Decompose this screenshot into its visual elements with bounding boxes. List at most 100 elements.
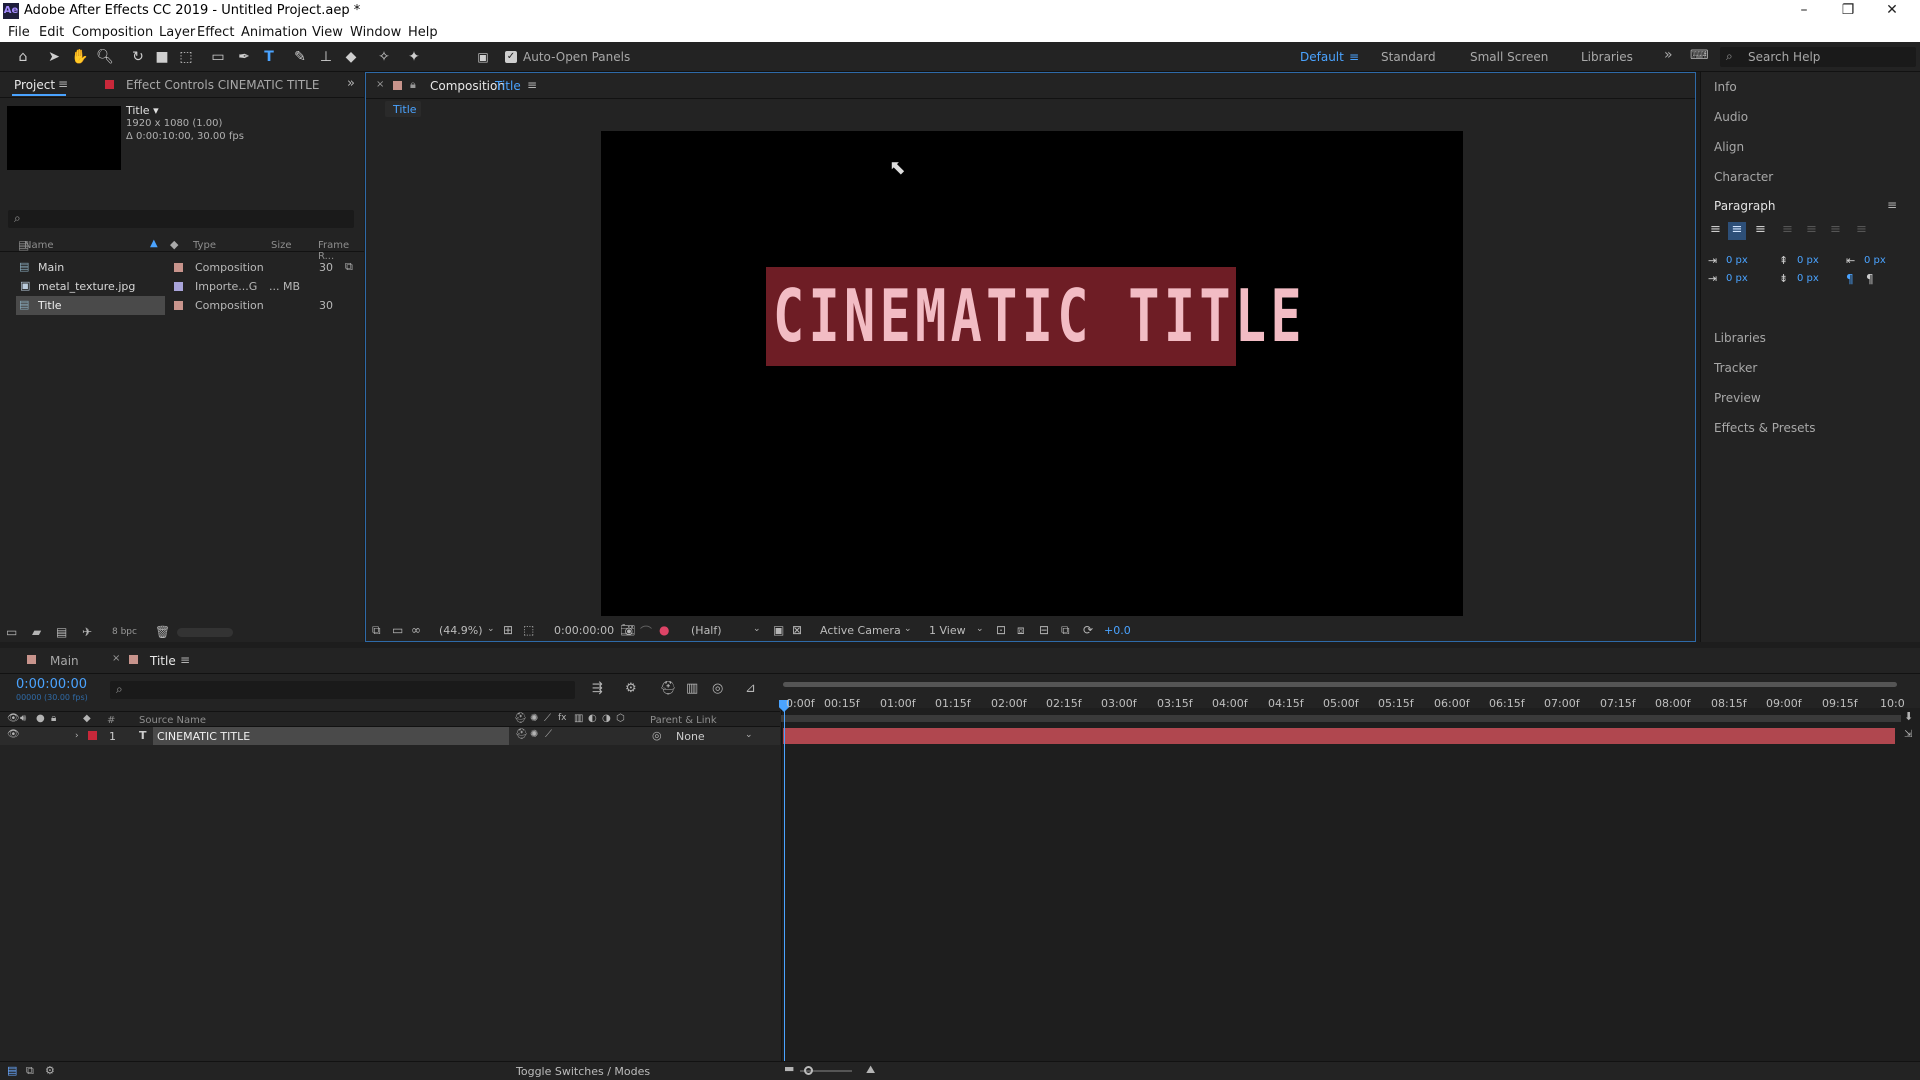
region-of-interest-icon[interactable]: ▣ [773,623,784,637]
first-line-indent-value[interactable]: 0 px [1726,273,1748,284]
parent-link-column[interactable]: Parent & Link [650,715,717,726]
layer-name-field[interactable]: CINEMATIC TITLE [153,727,509,745]
vr-icon[interactable]: ∞ [411,623,421,637]
flow-navigator-tab[interactable]: Title [385,101,421,117]
work-area-bar[interactable] [781,715,1901,722]
home-icon[interactable]: ⌂ [13,47,33,67]
menu-help[interactable]: Help [408,25,438,40]
search-help-field[interactable]: ⌕ Search Help [1720,47,1916,67]
menu-composition[interactable]: Composition [72,25,153,40]
collapse-toggle-icon[interactable]: ✺ [530,729,538,740]
chevron-down-icon[interactable]: ⌄ [976,624,984,634]
workspace-libraries[interactable]: Libraries [1581,50,1633,64]
motion-blur-icon[interactable]: ◎ [712,681,723,696]
timeline-search-input[interactable]: ⌕ [110,681,575,699]
pen-tool-icon[interactable]: ✒ [234,47,254,67]
roto-brush-tool-icon[interactable]: ✧ [374,47,394,67]
menu-edit[interactable]: Edit [39,25,64,40]
minimize-button[interactable]: – [1782,0,1826,22]
zoom-slider-thumb[interactable] [804,1066,813,1075]
indent-right-value[interactable]: 0 px [1864,255,1886,266]
space-before-value[interactable]: 0 px [1797,255,1819,266]
close-tab-icon[interactable]: × [376,79,384,90]
toggle-pixel-aspect-icon[interactable]: ⊡ [996,623,1006,637]
shy-toggle-icon[interactable]: ⛑ [515,729,528,740]
eraser-tool-icon[interactable]: ◆ [341,47,361,67]
flowchart-icon[interactable]: ⧉ [345,260,353,274]
resolution-dropdown[interactable]: (Half) [691,624,722,637]
zoom-in-icon[interactable]: ⛰ [866,1063,875,1077]
frame-blending-icon[interactable]: ▥ [686,681,698,696]
panel-menu-icon[interactable]: ≡ [527,78,537,92]
project-item-row[interactable]: ▤ Title Composition 30 [0,296,364,315]
auto-open-panels-checkbox[interactable]: ✓ [505,51,517,63]
in-out-pane-icon[interactable]: ⚙ [45,1064,55,1077]
column-type[interactable]: Type [193,240,216,251]
type-tool-icon[interactable]: T [259,47,279,67]
character-panel-header[interactable]: Character [1714,170,1773,184]
tab-composition-name[interactable]: Title [495,79,521,93]
chevron-down-icon[interactable]: ⌄ [904,624,912,634]
align-panel-header[interactable]: Align [1714,140,1744,154]
timeline-icon[interactable]: ⊟ [1039,623,1049,637]
audio-panel-header[interactable]: Audio [1714,110,1748,124]
effects-presets-panel-header[interactable]: Effects & Presets [1714,421,1815,435]
panel-overflow-icon[interactable]: » [347,76,355,91]
chevron-down-icon[interactable]: ⌄ [753,624,761,634]
selected-item-name[interactable]: Title ▾ [126,104,159,117]
tab-effect-controls[interactable]: Effect Controls CINEMATIC TITLE [126,78,319,92]
audio-switch-icon[interactable]: 🔊︎ [20,713,26,724]
layer-row[interactable]: 👁︎ › 1 T CINEMATIC TITLE ⛑ ✺ ⟋ ◎ None ⌄ [0,727,780,745]
panel-toggle-icon[interactable]: ▣ [473,47,493,67]
indent-left-value[interactable]: 0 px [1726,255,1748,266]
parent-dropdown[interactable]: None [676,730,705,743]
visibility-eye-icon[interactable]: 👁︎ [7,729,20,740]
tracker-panel-header[interactable]: Tracker [1714,361,1757,375]
tab-title[interactable]: Title [150,654,176,668]
view-layout-dropdown[interactable]: 1 View [929,624,966,637]
new-composition-icon[interactable]: ▤ [56,625,67,639]
expand-arrow-icon[interactable]: › [75,731,79,741]
tab-composition[interactable]: Composition [430,79,505,93]
project-item-row[interactable]: ▣ metal_texture.jpg Importe...G ... MB [0,277,364,296]
viewer-timecode[interactable]: 0:00:00:00 [554,624,614,637]
motion-blur-switch-icon[interactable]: ◐ [588,713,597,724]
time-navigator-bar[interactable] [783,682,1897,687]
label-swatch[interactable] [174,263,183,272]
composition-canvas[interactable]: CINEMATIC TITLE ⬉ [601,131,1463,616]
exposure-value[interactable]: +0.0 [1104,624,1131,637]
label-swatch[interactable] [174,282,183,291]
graph-editor-icon[interactable]: ⊿ [745,681,756,696]
workspace-standard[interactable]: Standard [1381,50,1436,64]
menu-effect[interactable]: Effect [197,25,234,40]
fit-frame-icon[interactable]: ⊞ [503,623,513,637]
workspace-overflow-button[interactable]: » [1664,47,1673,63]
chevron-down-icon[interactable]: ⌄ [745,730,753,740]
menu-file[interactable]: File [8,25,30,40]
puppet-pin-tool-icon[interactable]: ✦ [404,47,424,67]
adjustment-layer-switch-icon[interactable]: ◑ [602,713,611,724]
panel-menu-icon[interactable]: ≡ [58,77,68,91]
libraries-panel-header[interactable]: Libraries [1714,331,1766,345]
panel-menu-icon[interactable]: ≡ [1887,198,1897,212]
workspace-menu-icon[interactable]: ≡ [1349,50,1359,64]
reset-exposure-icon[interactable]: ⟳ [1083,623,1093,637]
panel-menu-icon[interactable]: ≡ [180,653,190,667]
chevron-down-icon[interactable]: ⌄ [487,624,495,634]
always-preview-icon[interactable]: ⧉ [372,623,381,638]
channel-rgb-icon[interactable]: ● [659,623,669,637]
comp-mini-flowchart-icon[interactable]: ⇶ [592,681,603,696]
label-swatch[interactable] [174,301,183,310]
toggle-switches-modes-button[interactable]: Toggle Switches / Modes [516,1065,650,1078]
column-name[interactable]: Name [24,240,54,251]
brush-tool-icon[interactable]: ✎ [290,47,310,67]
shy-layers-icon[interactable]: ⛑ [660,681,677,696]
selection-tool-icon[interactable]: ➤ [44,47,64,67]
transparency-grid-icon[interactable]: ⊠ [792,623,802,637]
draft-3d-icon[interactable]: ⚙ [625,681,637,696]
new-folder-icon[interactable]: ▰ [32,625,41,639]
align-center-icon[interactable]: ≡ [1728,222,1746,240]
workspace-small-screen[interactable]: Small Screen [1470,50,1548,64]
menu-window[interactable]: Window [350,25,401,40]
camera-tool-icon[interactable]: ■ [152,47,172,67]
